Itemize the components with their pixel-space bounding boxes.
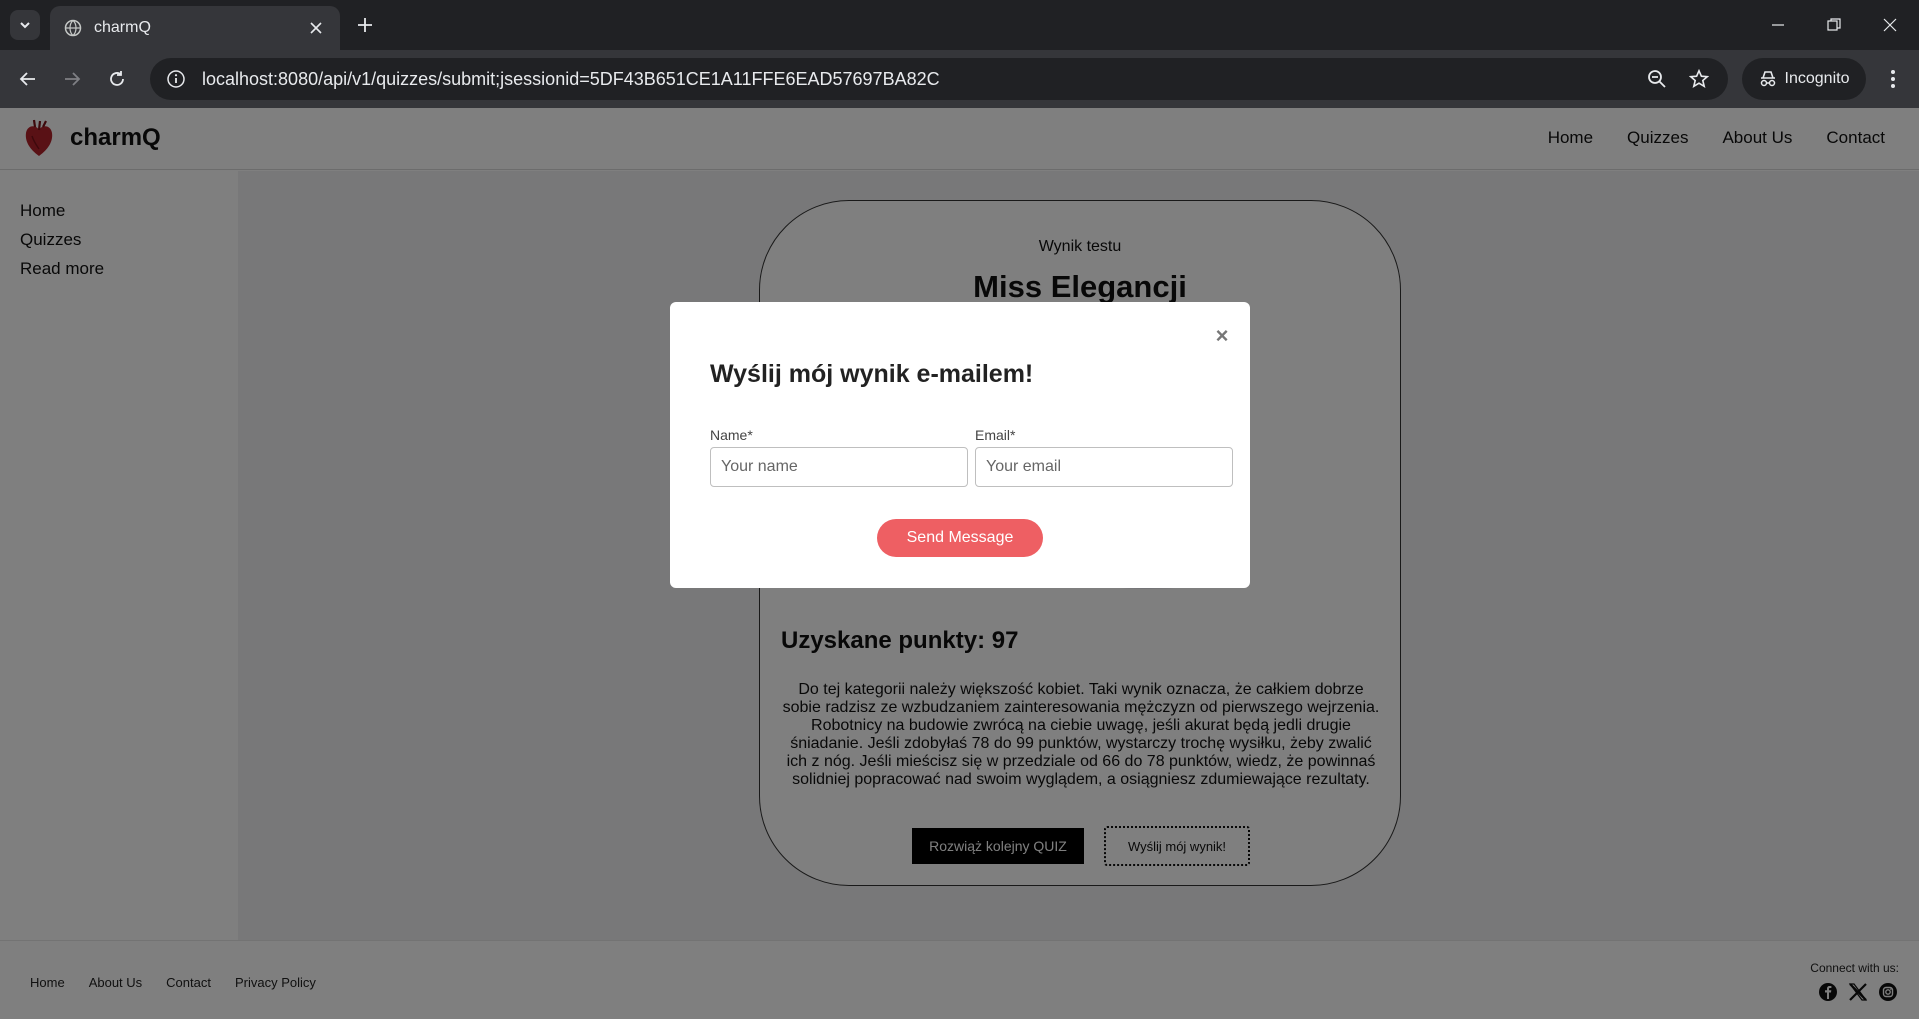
email-input[interactable] — [975, 447, 1233, 487]
tab-close-icon[interactable] — [306, 18, 326, 38]
name-label: Name* — [710, 427, 753, 443]
browser-tab[interactable]: charmQ — [50, 6, 340, 50]
address-bar[interactable]: localhost:8080/api/v1/quizzes/submit;jse… — [150, 58, 1728, 100]
chevron-down-icon — [20, 22, 30, 29]
send-message-button[interactable]: Send Message — [877, 519, 1043, 557]
zoom-icon[interactable] — [1642, 64, 1672, 94]
browser-menu-button[interactable] — [1878, 64, 1908, 94]
site-info-icon[interactable] — [164, 67, 188, 91]
globe-icon — [64, 19, 82, 37]
reload-button[interactable] — [101, 63, 133, 95]
minimize-button[interactable] — [1758, 10, 1798, 40]
bookmark-star-icon[interactable] — [1684, 64, 1714, 94]
close-icon — [1883, 18, 1897, 32]
back-button[interactable] — [12, 63, 44, 95]
email-field-group: Email* — [975, 427, 1233, 487]
name-input[interactable] — [710, 447, 968, 487]
forward-button[interactable] — [56, 63, 88, 95]
incognito-label: Incognito — [1784, 70, 1850, 87]
tab-search-button[interactable] — [10, 10, 40, 40]
url-text[interactable]: localhost:8080/api/v1/quizzes/submit;jse… — [202, 69, 1630, 90]
tab-title: charmQ — [94, 19, 151, 36]
arrow-right-icon — [65, 72, 81, 86]
kebab-menu-icon — [1891, 70, 1895, 88]
modal-title: Wyślij mój wynik e-mailem! — [710, 360, 1034, 388]
modal-close-icon[interactable]: × — [1212, 323, 1232, 348]
restore-icon — [1827, 18, 1841, 31]
name-field-group: Name* — [710, 427, 968, 487]
arrow-left-icon — [19, 72, 35, 86]
close-window-button[interactable] — [1870, 10, 1910, 40]
page-viewport: charmQ Home Quizzes About Us Contact Hom… — [0, 108, 1919, 1019]
reload-icon — [110, 71, 124, 86]
browser-tabbar: charmQ — [0, 0, 1919, 50]
incognito-icon — [1760, 71, 1775, 87]
email-label: Email* — [975, 427, 1016, 443]
new-tab-button[interactable] — [352, 12, 378, 38]
restore-button[interactable] — [1814, 10, 1854, 40]
plus-icon — [358, 18, 372, 32]
minimize-icon — [1772, 24, 1784, 26]
email-result-modal: × Wyślij mój wynik e-mailem! Name* Email… — [670, 302, 1250, 588]
browser-toolbar: localhost:8080/api/v1/quizzes/submit;jse… — [0, 50, 1919, 108]
incognito-indicator[interactable]: Incognito — [1742, 58, 1866, 100]
